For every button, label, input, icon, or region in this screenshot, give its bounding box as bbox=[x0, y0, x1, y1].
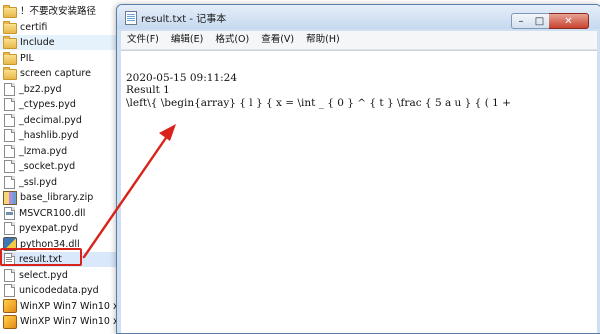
file-item[interactable]: PIL bbox=[0, 51, 118, 66]
maximize-button[interactable]: □ bbox=[530, 13, 550, 29]
file-name: _ctypes.pyd bbox=[19, 99, 76, 110]
file-item[interactable]: _ssl.pyd bbox=[0, 175, 118, 190]
folder-icon bbox=[3, 67, 17, 80]
file-icon bbox=[4, 284, 15, 297]
file-icon bbox=[4, 175, 15, 189]
file-name: _bz2.pyd bbox=[19, 83, 62, 95]
close-button[interactable]: ✕ bbox=[549, 13, 589, 29]
text-line bbox=[126, 59, 511, 72]
file-name: certifi bbox=[20, 21, 48, 33]
editor-content: 2020-05-15 09:11:24 Result 1 \left\{ \begi… bbox=[126, 59, 511, 109]
file-icon bbox=[4, 129, 15, 142]
file-item[interactable]: unicodedata.pyd bbox=[0, 283, 118, 298]
file-item[interactable]: select.pyd bbox=[0, 268, 118, 283]
file-item[interactable]: WinXP Win7 Win10 x86 bbox=[0, 299, 118, 314]
file-name: _hashlib.pyd bbox=[19, 130, 79, 141]
folder-icon bbox=[3, 20, 17, 34]
notepad-icon bbox=[125, 11, 137, 25]
file-item[interactable]: pyexpat.pyd bbox=[0, 221, 118, 236]
file-name: _decimal.pyd bbox=[19, 114, 82, 126]
menu-view[interactable]: 查看(V) bbox=[255, 31, 300, 49]
zip-icon bbox=[3, 190, 17, 205]
folder-icon bbox=[3, 36, 17, 49]
dll-icon bbox=[4, 206, 15, 220]
file-item[interactable]: _hashlib.pyd bbox=[0, 128, 118, 143]
text-line: Result 1 bbox=[126, 84, 170, 96]
menu-edit[interactable]: 编辑(E) bbox=[165, 31, 209, 49]
file-name: unicodedata.pyd bbox=[19, 285, 99, 296]
menu-help[interactable]: 帮助(H) bbox=[300, 31, 346, 49]
window-title: result.txt - 记事本 bbox=[141, 14, 227, 25]
file-icon bbox=[4, 268, 15, 282]
menu-bar: 文件(F) 编辑(E) 格式(O) 查看(V) 帮助(H) bbox=[121, 31, 597, 50]
file-icon bbox=[4, 222, 15, 235]
file-icon bbox=[4, 160, 15, 173]
file-item[interactable]: MSVCR100.dll bbox=[0, 206, 118, 221]
text-editor[interactable]: 2020-05-15 09:11:24 Result 1 \left\{ \begi… bbox=[121, 50, 597, 333]
app-icon bbox=[3, 299, 17, 313]
file-icon bbox=[4, 144, 15, 158]
file-item[interactable]: base_library.zip bbox=[0, 190, 118, 205]
file-item[interactable]: ！不要改安装路径 bbox=[0, 4, 118, 19]
file-name: ！不要改安装路径 bbox=[20, 6, 97, 17]
app-icon bbox=[3, 314, 17, 329]
file-name: _lzma.pyd bbox=[19, 145, 68, 157]
file-name: base_library.zip bbox=[20, 192, 94, 203]
file-name: WinXP Win7 Win10 x86 bbox=[20, 316, 118, 327]
file-item[interactable]: _ctypes.pyd bbox=[0, 97, 118, 112]
text-line: 2020-05-15 09:11:24 bbox=[126, 71, 238, 84]
file-name: select.pyd bbox=[19, 269, 68, 281]
file-item[interactable]: _bz2.pyd bbox=[0, 82, 118, 97]
file-icon bbox=[4, 98, 15, 111]
minimize-button[interactable]: – bbox=[511, 13, 531, 29]
file-item[interactable]: certifi bbox=[0, 20, 118, 35]
file-name: WinXP Win7 Win10 x86 bbox=[20, 300, 118, 312]
text-line: \left\{ \begin{array} { l } { x = \int _… bbox=[126, 96, 511, 109]
file-list: ！不要改安装路径 certifi Include PIL screen capture _… bbox=[0, 0, 118, 332]
file-name: Include bbox=[20, 37, 55, 48]
file-name: screen capture bbox=[20, 68, 91, 79]
file-name: pyexpat.pyd bbox=[19, 223, 79, 234]
file-item[interactable]: _lzma.pyd bbox=[0, 144, 118, 159]
file-name: PIL bbox=[20, 52, 34, 64]
folder-icon bbox=[3, 5, 17, 18]
file-icon bbox=[4, 82, 15, 96]
file-name: _ssl.pyd bbox=[19, 176, 57, 188]
file-name: MSVCR100.dll bbox=[19, 207, 86, 219]
menu-format[interactable]: 格式(O) bbox=[209, 31, 255, 49]
file-item[interactable]: _socket.pyd bbox=[0, 159, 118, 174]
file-item[interactable]: Include bbox=[0, 35, 118, 50]
file-item[interactable]: WinXP Win7 Win10 x86 bbox=[0, 314, 118, 329]
title-bar[interactable]: result.txt - 记事本 – □ ✕ bbox=[117, 5, 600, 29]
file-item[interactable]: _decimal.pyd bbox=[0, 113, 118, 128]
file-item[interactable]: screen capture bbox=[0, 66, 118, 81]
highlight-box bbox=[0, 248, 82, 266]
file-name: _socket.pyd bbox=[19, 161, 76, 172]
menu-file[interactable]: 文件(F) bbox=[121, 31, 165, 49]
file-icon bbox=[4, 113, 15, 127]
folder-icon bbox=[3, 51, 17, 65]
notepad-window: result.txt - 记事本 – □ ✕ 文件(F) 编辑(E) 格式(O)… bbox=[116, 4, 600, 334]
